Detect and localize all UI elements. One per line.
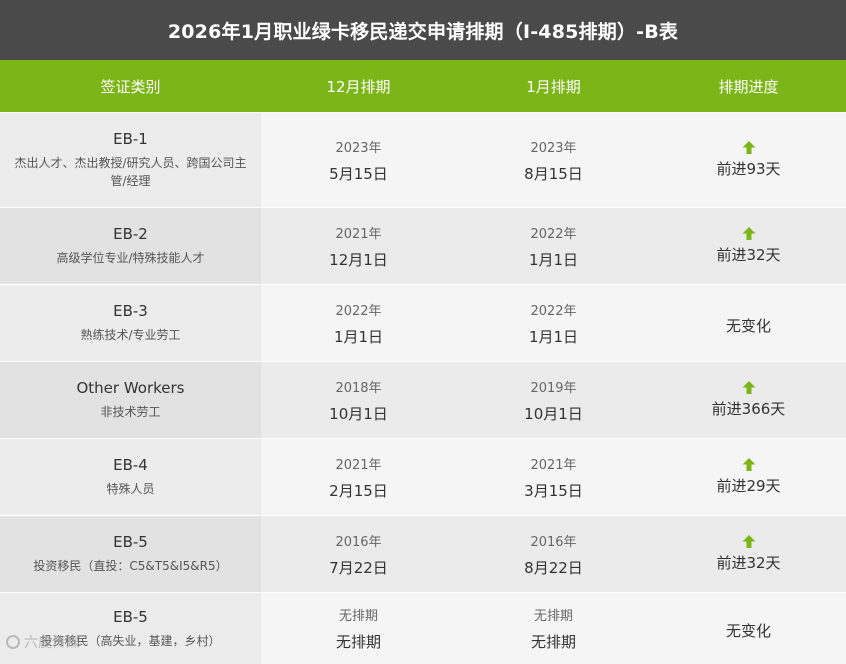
category-description: 投资移民（直投：C5&T5&I5&R5） (33, 559, 228, 573)
december-date: 5月15日 (329, 164, 388, 183)
arrow-up-icon (742, 535, 755, 548)
category-description: 投资移民（高失业，基建，乡村） (40, 633, 221, 648)
progress-text: 前进366天 (711, 400, 786, 418)
progress-cell: 前进32天 (651, 208, 846, 284)
december-year: 2021年 (335, 226, 382, 242)
december-year: 2022年 (335, 303, 382, 319)
december-date: 1月1日 (333, 327, 384, 346)
table-row: EB-2 高级学位专业/特殊技能人才 2021年 12月1日 2022年 1月1日 前进32… (0, 207, 846, 284)
category-name: EB-1 (113, 130, 148, 148)
table-row: EB-5 投资移民（直投：C5&T5&I5&R5） 2016年 7月22日 2016年 8… (0, 515, 846, 592)
december-year: 无排期 (338, 609, 378, 624)
progress-text: 前进93天 (716, 160, 781, 178)
january-date: 10月1日 (524, 404, 583, 423)
progress-cell: 无变化 (651, 593, 846, 664)
december-cell: 无排期 无排期 (261, 593, 456, 664)
january-year: 2021年 (530, 457, 577, 473)
january-date: 1月1日 (528, 250, 579, 269)
table-row: EB-3 熟练技术/专业劳工 2022年 1月1日 2022年 1月1日 无变化 (0, 284, 846, 361)
header-row: 签证类别 12月排期 1月排期 排期进度 (0, 60, 846, 112)
january-date: 3月15日 (524, 481, 583, 500)
january-cell: 无排期 无排期 (456, 593, 651, 664)
category-description: 熟练技术/专业劳工 (80, 328, 181, 342)
december-year: 2016年 (335, 534, 382, 550)
table-body: EB-1 杰出人才、杰出教授/研究人员、跨国公司主管/经理 2023年 5月15日 20… (0, 112, 846, 664)
category-cell: EB-5 投资移民（高失业，基建，乡村） (0, 593, 261, 664)
category-cell: EB-1 杰出人才、杰出教授/研究人员、跨国公司主管/经理 (0, 113, 261, 207)
category-description: 高级学位专业/特殊技能人才 (56, 251, 205, 265)
january-cell: 2022年 1月1日 (456, 285, 651, 361)
january-date: 无排期 (530, 633, 576, 651)
january-cell: 2019年 10月1日 (456, 362, 651, 438)
january-date: 8月15日 (524, 164, 583, 183)
category-name: EB-2 (113, 225, 148, 243)
arrow-up-icon (742, 141, 755, 154)
category-name: EB-4 (113, 456, 148, 474)
december-date: 12月1日 (329, 250, 388, 269)
table-row: Other Workers 非技术劳工 2018年 10月1日 2019年 10月1日 前进… (0, 361, 846, 438)
december-cell: 2021年 2月15日 (261, 439, 456, 515)
december-cell: 2018年 10月1日 (261, 362, 456, 438)
header-category: 签证类别 (100, 77, 161, 96)
category-name: EB-3 (113, 302, 148, 320)
progress-text: 无变化 (725, 316, 771, 335)
january-cell: 2021年 3月15日 (456, 439, 651, 515)
table-row: EB-5 投资移民（高失业，基建，乡村） 无排期 无排期 无排期 无排期 无变化 (0, 592, 846, 664)
december-cell: 2023年 5月15日 (261, 113, 456, 207)
december-cell: 2016年 7月22日 (261, 516, 456, 592)
category-cell: EB-2 高级学位专业/特殊技能人才 (0, 208, 261, 284)
category-name: EB-5 (113, 607, 148, 626)
category-cell: EB-5 投资移民（直投：C5&T5&I5&R5） (0, 516, 261, 592)
progress-cell: 前进93天 (651, 113, 846, 207)
progress-text: 前进32天 (716, 246, 781, 264)
january-cell: 2023年 8月15日 (456, 113, 651, 207)
december-date: 7月22日 (329, 558, 388, 577)
schedule-table: 2026年1月职业绿卡移民递交申请排期（I-485排期）-B表 签证类别 12月… (0, 0, 846, 664)
january-year: 2016年 (530, 534, 577, 550)
january-year: 2022年 (530, 226, 577, 242)
category-description: 特殊人员 (106, 482, 155, 496)
arrow-up-icon (742, 227, 755, 240)
january-date: 1月1日 (528, 327, 579, 346)
progress-cell: 前进366天 (651, 362, 846, 438)
arrow-up-icon (742, 458, 755, 471)
category-cell: EB-4 特殊人员 (0, 439, 261, 515)
january-year: 无排期 (533, 609, 573, 624)
december-date: 10月1日 (329, 404, 388, 423)
header-january: 1月排期 (526, 77, 581, 96)
january-year: 2023年 (530, 140, 577, 156)
header-december: 12月排期 (326, 77, 391, 96)
december-date: 2月15日 (329, 481, 388, 500)
progress-cell: 前进29天 (651, 439, 846, 515)
category-description: 杰出人才、杰出教授/研究人员、跨国公司主管/经理 (14, 156, 247, 188)
january-date: 8月22日 (524, 558, 583, 577)
december-cell: 2022年 1月1日 (261, 285, 456, 361)
december-year: 2018年 (335, 380, 382, 396)
progress-text: 无变化 (725, 622, 771, 640)
category-cell: EB-3 熟练技术/专业劳工 (0, 285, 261, 361)
category-description: 非技术劳工 (100, 405, 161, 419)
progress-cell: 无变化 (651, 285, 846, 361)
progress-cell: 前进32天 (651, 516, 846, 592)
december-cell: 2021年 12月1日 (261, 208, 456, 284)
category-cell: Other Workers 非技术劳工 (0, 362, 261, 438)
progress-text: 前进29天 (716, 477, 781, 495)
progress-text: 前进32天 (716, 554, 781, 572)
category-name: Other Workers (76, 379, 185, 397)
december-year: 2021年 (335, 457, 382, 473)
january-cell: 2016年 8月22日 (456, 516, 651, 592)
header-progress: 排期进度 (718, 77, 779, 96)
january-cell: 2022年 1月1日 (456, 208, 651, 284)
table-title: 2026年1月职业绿卡移民递交申请排期（I-485排期）-B表 (0, 0, 846, 60)
december-date: 无排期 (335, 633, 381, 651)
table-row: EB-4 特殊人员 2021年 2月15日 2021年 3月15日 前进29天 (0, 438, 846, 515)
arrow-up-icon (742, 381, 755, 394)
category-name: EB-5 (113, 533, 148, 551)
january-year: 2022年 (530, 303, 577, 319)
january-year: 2019年 (530, 380, 577, 396)
table-row: EB-1 杰出人才、杰出教授/研究人员、跨国公司主管/经理 2023年 5月15日 20… (0, 112, 846, 207)
december-year: 2023年 (335, 140, 382, 156)
